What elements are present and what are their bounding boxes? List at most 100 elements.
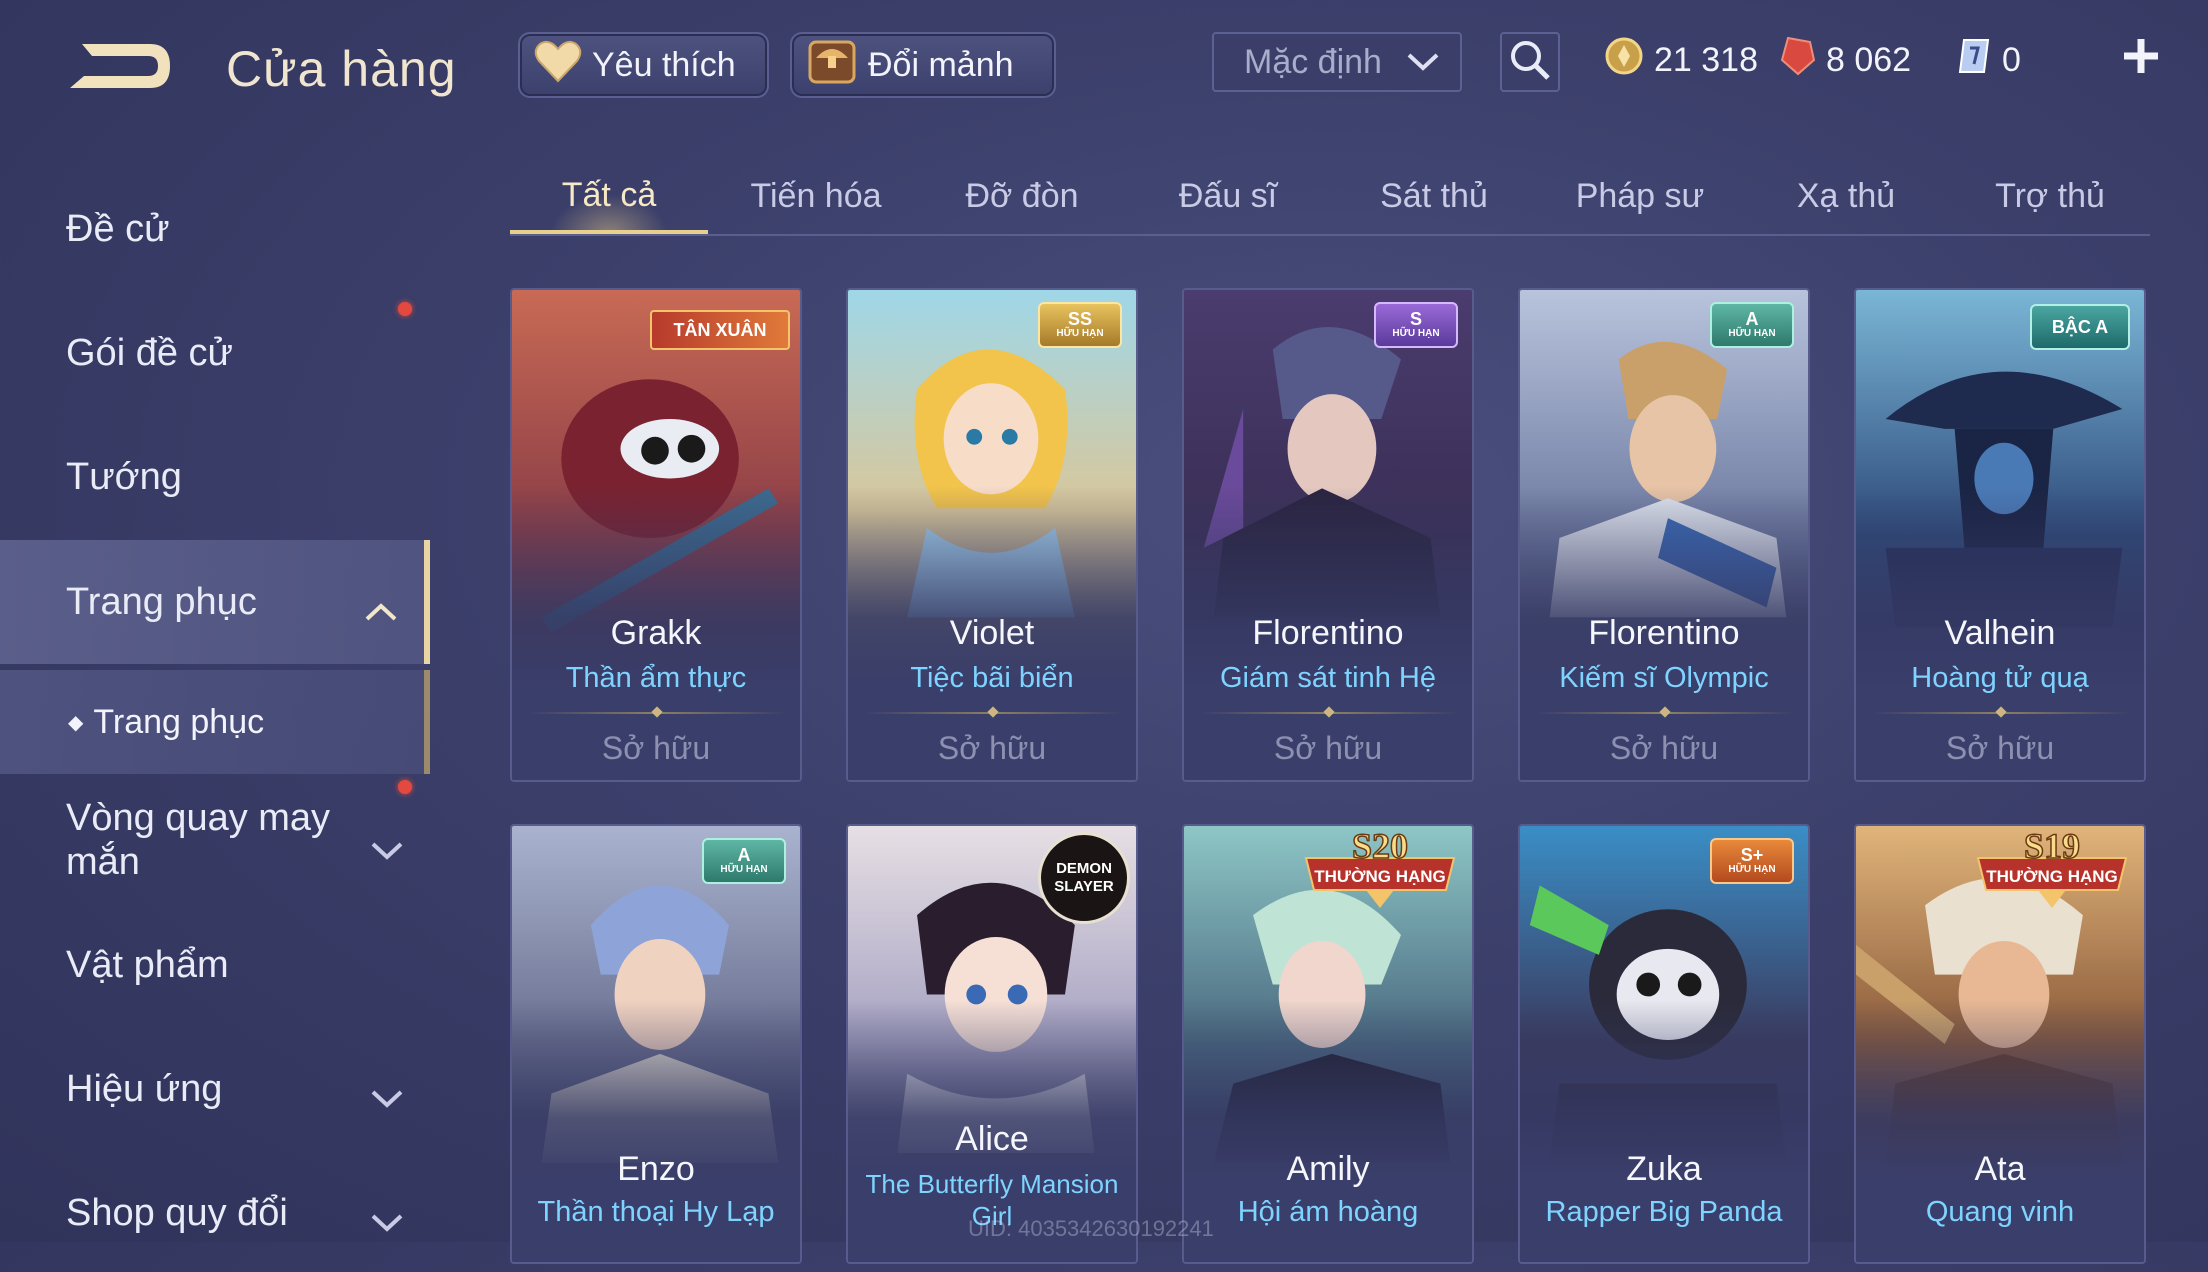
hero-name: Florentino [1252,614,1404,652]
tab-all[interactable]: Tất cả [510,160,708,234]
badge-subtext: HỮU HẠN [1728,328,1776,339]
hero-name: Enzo [617,1150,695,1188]
skin-name: Giám sát tinh Hệ [1220,662,1436,694]
badge-text: A [737,845,751,865]
favorite-label: Yêu thích [592,45,736,84]
search-icon [1508,38,1552,87]
sort-dropdown[interactable]: Mặc định [1212,32,1462,92]
skin-card[interactable]: TÂN XUÂN Grakk Thần ẩm thực Sở hữu [510,288,802,782]
sidebar-item-exchange-shop[interactable]: Shop quy đổi [0,1154,430,1272]
chevron-down-icon [370,828,404,872]
add-currency-button[interactable] [2118,30,2164,86]
badge-text: DEMON SLAYER [1054,860,1114,895]
sidebar-item-heroes[interactable]: Tướng [0,418,430,536]
badge-text: S+ [1740,845,1764,865]
category-tabs: Tất cả Tiến hóa Đỡ đòn Đấu sĩ Sát thủ Ph… [510,160,2150,236]
skin-name: Kiếm sĩ Olympic [1559,662,1769,694]
hero-name: Alice [955,1120,1029,1158]
page-title: Cửa hàng [226,41,457,97]
chevron-down-icon [1406,43,1440,82]
gold-currency: 21 318 [1604,36,1758,85]
badge-subtext: HỮU HẠN [1728,864,1776,875]
chevron-down-icon [370,1077,404,1120]
hero-name: Amily [1286,1150,1370,1188]
heart-icon [534,39,582,92]
badge-text: BẬC A [2051,317,2109,337]
owned-status: Sở hữu [1273,730,1383,766]
skin-tier-badge: BẬC A [2030,304,2130,350]
badge-subtext: HỮU HẠN [720,864,768,875]
skin-card[interactable]: DEMON SLAYER Alice The Butterfly Mansion… [846,824,1138,1264]
back-icon[interactable] [62,30,182,106]
tab-support[interactable]: Trợ thủ [1950,160,2150,232]
plus-icon [2121,28,2161,88]
rank-season-badge: S20 THƯỜNG HẠNG [1304,828,1456,908]
collab-logo-badge: DEMON SLAYER [1038,832,1130,924]
badge-subtext: THƯỜNG HẠNG [1314,867,1446,886]
sidebar-item-label: Đề cử [66,207,170,250]
favorite-button[interactable]: Yêu thích [518,32,769,98]
skin-card[interactable]: S20 THƯỜNG HẠNG Amily Hội ám hoàng [1182,824,1474,1264]
sidebar-item-effects[interactable]: Hiệu ứng [0,1030,430,1148]
skin-name: Hoàng tử quạ [1911,662,2089,694]
hero-name: Florentino [1588,614,1740,652]
top-bar: Cửa hàng Yêu thích Đổi mảnh Mặc định 21 … [0,0,2208,130]
sidebar-item-label: Vật phẩm [66,943,229,986]
skin-tier-badge: S+ HỮU HẠN [1710,838,1794,884]
sidebar-subitem-skins[interactable]: ◆ Trang phục [0,670,430,774]
tab-assassin[interactable]: Sát thủ [1334,160,1534,232]
sidebar-item-items[interactable]: Vật phẩm [0,906,430,1024]
sidebar-item-label: Shop quy đổi [66,1191,288,1234]
skin-card[interactable]: A HỮU HẠN Enzo Thần thoại Hy Lạp [510,824,802,1264]
sidebar-item-skins[interactable]: Trang phục [0,540,430,664]
gold-coin-icon [1604,36,1644,85]
badge-text: TÂN XUÂN [673,320,767,340]
badge-text: A [1745,309,1759,329]
tab-evolution[interactable]: Tiến hóa [716,160,916,232]
gem-amount: 0 [2002,41,2021,79]
badge-text: S [1409,309,1422,329]
hero-name: Violet [949,614,1035,652]
voucher-icon [1956,36,1992,85]
owned-status: Sở hữu [937,730,1047,766]
skin-name: Hội ám hoàng [1237,1196,1419,1228]
skin-name: Thần ẩm thực [565,662,747,694]
hero-name: Grakk [610,614,702,652]
notification-dot [398,302,412,316]
exchange-shards-button[interactable]: Đổi mảnh [790,32,1056,98]
badge-text: S20 [1352,828,1408,866]
sidebar-item-label: Hiệu ứng [66,1067,223,1110]
skin-tier-badge: A HỮU HẠN [702,838,786,884]
user-id-watermark: UID: 4035342630192241 [968,1216,1214,1241]
skin-name: Quang vinh [1925,1196,2075,1228]
sidebar-item-label: Gói đề cử [66,331,233,374]
rank-season-badge: S19 THƯỜNG HẠNG [1976,828,2128,908]
hero-name: Zuka [1626,1150,1702,1188]
ruby-currency: 8 062 [1780,36,1911,85]
tab-fighter[interactable]: Đấu sĩ [1128,160,1328,232]
badge-subtext: THƯỜNG HẠNG [1986,867,2118,886]
ruby-icon [1780,36,1816,85]
tab-mage[interactable]: Pháp sư [1540,160,1740,232]
skin-card[interactable]: SS HỮU HẠN Violet Tiệc bãi biển Sở hữu [846,288,1138,782]
skin-tier-badge: A HỮU HẠN [1710,302,1794,348]
skin-card[interactable]: S19 THƯỜNG HẠNG Ata Quang vinh [1854,824,2146,1264]
sidebar-item-featured[interactable]: Đề cử [0,170,430,288]
gem-currency: 0 [1956,36,2021,85]
hero-name: Ata [1974,1150,2026,1188]
search-button[interactable] [1500,32,1560,92]
skin-card[interactable]: S+ HỮU HẠN Zuka Rapper Big Panda [1518,824,1810,1264]
tab-marksman[interactable]: Xạ thủ [1746,160,1946,232]
skin-tier-badge: TÂN XUÂN [650,310,790,350]
tab-tank[interactable]: Đỡ đòn [922,160,1122,232]
skin-card[interactable]: BẬC A Valhein Hoàng tử quạ Sở hữu [1854,288,2146,782]
skin-tier-badge: SS HỮU HẠN [1038,302,1122,348]
owned-status: Sở hữu [601,730,711,766]
skin-card[interactable]: S HỮU HẠN Florentino Giám sát tinh Hệ Sở… [1182,288,1474,782]
badge-subtext: HỮU HẠN [1392,328,1440,339]
sidebar-item-label: Vòng quay may mắn [66,797,331,883]
sidebar-item-featured-bundles[interactable]: Gói đề cử [0,294,430,412]
sidebar-item-lucky-spin[interactable]: Vòng quay may mắn [0,774,430,906]
skin-name: Thần thoại Hy Lạp [537,1196,775,1228]
skin-card[interactable]: A HỮU HẠN Florentino Kiếm sĩ Olympic Sở … [1518,288,1810,782]
